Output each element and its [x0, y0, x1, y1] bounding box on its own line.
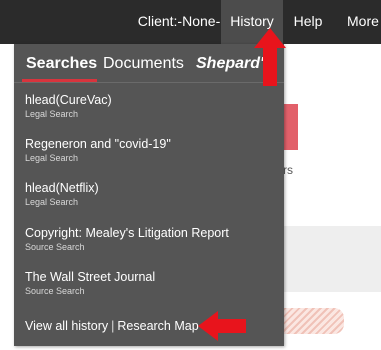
history-item-type: Source Search	[25, 242, 85, 252]
history-footer: View all history | Research Map	[25, 319, 199, 333]
left-arrow-annotation-icon	[198, 311, 246, 341]
client-selector[interactable]: Client:-None-	[135, 0, 223, 44]
history-item-title: Regeneron and "covid-19"	[25, 137, 171, 151]
history-item-type: Source Search	[25, 286, 85, 296]
up-arrow-annotation-icon	[254, 28, 286, 86]
background-red-button-fragment	[284, 104, 298, 150]
history-item[interactable]: Copyright: Mealey's Litigation Report So…	[25, 226, 229, 252]
history-item-type: Legal Search	[25, 109, 79, 119]
footer-separator: |	[111, 319, 115, 333]
tab-documents[interactable]: Documents	[103, 55, 184, 73]
more-menu-button[interactable]: More	[337, 0, 381, 44]
help-menu-button[interactable]: Help	[283, 0, 333, 44]
history-item-title: hlead(Netflix)	[25, 181, 99, 195]
history-item[interactable]: The Wall Street Journal Source Search	[25, 270, 155, 296]
tab-searches[interactable]: Searches	[26, 55, 97, 73]
history-item-type: Legal Search	[25, 153, 79, 163]
history-item[interactable]: hlead(CureVac) Legal Search	[25, 93, 112, 119]
history-item-title: hlead(CureVac)	[25, 93, 112, 107]
tabs-divider	[14, 82, 284, 83]
history-item[interactable]: hlead(Netflix) Legal Search	[25, 181, 99, 207]
view-all-history-link[interactable]: View all history	[25, 319, 108, 333]
history-item[interactable]: Regeneron and "covid-19" Legal Search	[25, 137, 171, 163]
research-map-link[interactable]: Research Map	[117, 319, 198, 333]
history-item-title: Copyright: Mealey's Litigation Report	[25, 226, 229, 240]
history-tabs: Searches Documents Shepard's	[14, 44, 284, 83]
background-left-margin	[0, 44, 14, 350]
history-item-type: Legal Search	[25, 197, 79, 207]
background-gray-band	[284, 226, 381, 292]
history-dropdown-panel: Searches Documents Shepard's hlead(CureV…	[14, 44, 284, 346]
history-item-title: The Wall Street Journal	[25, 270, 156, 284]
background-hatched-graphic	[284, 308, 344, 334]
background-partial-text: rs	[283, 163, 293, 177]
top-nav-bar: Client:-None- History Help More	[0, 0, 381, 44]
